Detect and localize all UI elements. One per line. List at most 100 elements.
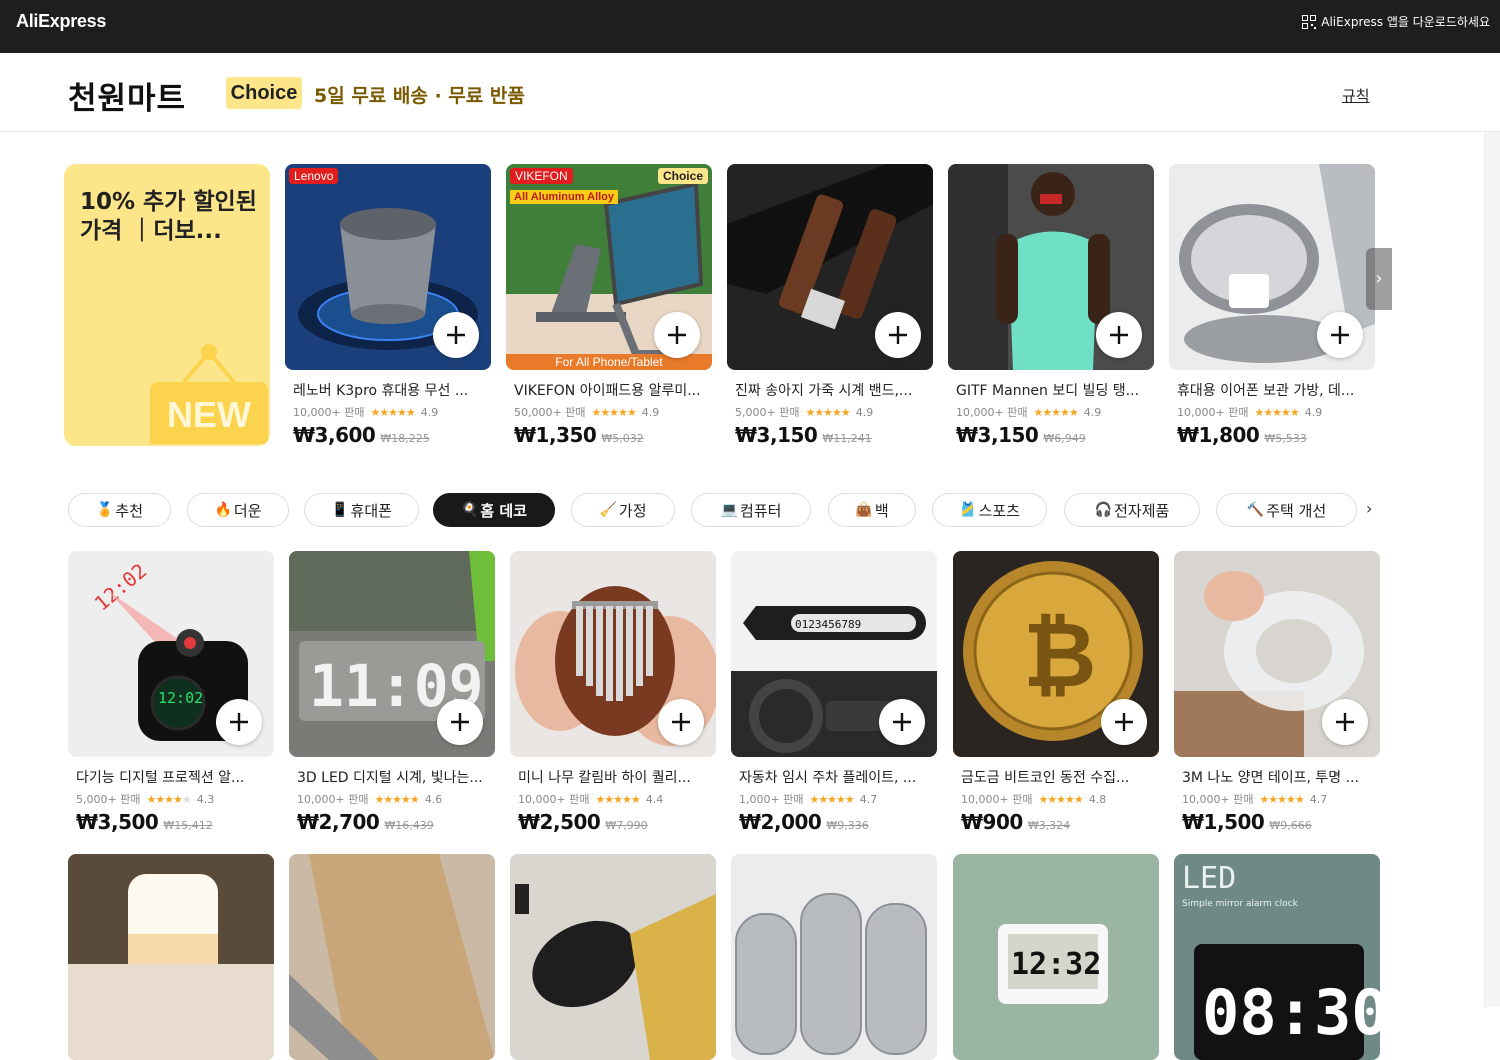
- tab-label: 더운: [233, 501, 262, 520]
- product-title[interactable]: 금도금 비트코인 동전 수집...: [953, 767, 1159, 787]
- product-image: [731, 854, 937, 1060]
- add-to-cart-button[interactable]: [437, 699, 483, 745]
- page-scrollbar[interactable]: [1484, 132, 1500, 1007]
- headphones-icon: 🎧: [1094, 502, 1113, 518]
- carousel-next-button[interactable]: ›: [1366, 248, 1392, 310]
- add-to-cart-button[interactable]: [658, 699, 704, 745]
- featured-product-card[interactable]: VIKEFON Choice All Aluminum Alloy For Al…: [506, 164, 712, 447]
- product-meta: 1,000+ 판매 ★★★★★ 4.7: [731, 791, 937, 807]
- tab-label: 주택 개선: [1266, 501, 1327, 520]
- svg-text:Simple mirror alarm clock: Simple mirror alarm clock: [1182, 899, 1299, 909]
- lcd-clock-image: 12:32: [953, 854, 1159, 1060]
- door-seal-image: [289, 854, 495, 1060]
- product-image: 0123456789: [731, 551, 937, 757]
- tab-electronics[interactable]: 🎧 전자제품: [1064, 493, 1200, 527]
- product-meta: 10,000+ 판매 ★★★★★ 4.8: [953, 791, 1159, 807]
- rules-link[interactable]: 규칙: [1342, 85, 1370, 106]
- tab-label: 가정: [618, 501, 647, 520]
- aliexpress-logo[interactable]: AliExpress: [16, 11, 106, 32]
- product-card[interactable]: LED Simple mirror alarm clock 08:30: [1174, 854, 1380, 1060]
- plus-icon: [672, 713, 690, 731]
- product-meta: 10,000+ 판매 ★★★★★ 4.9: [948, 404, 1154, 420]
- product-title[interactable]: 휴대용 이어폰 보관 가방, 데...: [1169, 380, 1375, 400]
- tab-household[interactable]: 🧹 가정: [571, 493, 675, 527]
- sold-count: 5,000+ 판매: [76, 793, 141, 806]
- app-download-link[interactable]: AliExpress 앱을 다운로드하세요: [1302, 13, 1490, 30]
- tab-hot[interactable]: 🔥 더운: [187, 493, 289, 527]
- product-title[interactable]: 진짜 송아지 가죽 시계 밴드,...: [727, 380, 933, 400]
- product-card[interactable]: ₿ 금도금 비트코인 동전 수집... 10,000+ 판매 ★★★★★ 4.8…: [953, 551, 1159, 834]
- tab-computer[interactable]: 💻 컴퓨터: [691, 493, 811, 527]
- rating-stars: ★★★★★: [370, 405, 415, 419]
- qr-code-icon: [1302, 14, 1317, 29]
- add-to-cart-button[interactable]: [1101, 699, 1147, 745]
- top-bar: AliExpress AliExpress 앱을 다운로드하세요: [0, 0, 1500, 53]
- sale-price: ₩1,800: [1177, 423, 1260, 447]
- featured-product-card[interactable]: 진짜 송아지 가죽 시계 밴드,... 5,000+ 판매 ★★★★★ 4.9 …: [727, 164, 933, 447]
- app-download-text: AliExpress 앱을 다운로드하세요: [1321, 15, 1490, 29]
- rating-value: 4.6: [424, 792, 443, 806]
- add-to-cart-button[interactable]: [879, 699, 925, 745]
- product-title[interactable]: 3D LED 디지털 시계, 빛나는...: [289, 767, 495, 787]
- product-image: 12:02 12:02: [68, 551, 274, 757]
- product-card[interactable]: 12:32: [953, 854, 1159, 1060]
- add-to-cart-button[interactable]: [1322, 699, 1368, 745]
- product-card[interactable]: 12:02 12:02 다기능 디지털 프로젝션 알... 5,000+ 판매 …: [68, 551, 274, 834]
- jewelry-tray-image: [510, 854, 716, 1060]
- product-card[interactable]: [289, 854, 495, 1060]
- sold-count: 10,000+ 판매: [1177, 406, 1249, 419]
- featured-product-card[interactable]: GITF Mannen 보디 빌딩 탱... 10,000+ 판매 ★★★★★ …: [948, 164, 1154, 447]
- add-to-cart-button[interactable]: [875, 312, 921, 358]
- add-to-cart-button[interactable]: [433, 312, 479, 358]
- product-card[interactable]: 미니 나무 칼림바 하이 퀄리... 10,000+ 판매 ★★★★★ 4.4 …: [510, 551, 716, 834]
- tab-label: 홈 데코: [480, 501, 528, 520]
- add-to-cart-button[interactable]: [654, 312, 700, 358]
- product-card[interactable]: 0123456789 자동차 임시 주차 플레이트, ... 1,000+ 판매…: [731, 551, 937, 834]
- product-title[interactable]: 다기능 디지털 프로젝션 알...: [68, 767, 274, 787]
- product-meta: 5,000+ 판매 ★★★★★ 4.3: [68, 791, 274, 807]
- add-to-cart-button[interactable]: [1096, 312, 1142, 358]
- product-card[interactable]: [510, 854, 716, 1060]
- sold-count: 10,000+ 판매: [293, 406, 365, 419]
- tabs-next-button[interactable]: ›: [1366, 499, 1372, 518]
- product-image: Lenovo: [285, 164, 491, 370]
- tab-label: 전자제품: [1114, 501, 1170, 520]
- tab-sports[interactable]: 🎽 스포츠: [932, 493, 1047, 527]
- product-image: LED Simple mirror alarm clock 08:30: [1174, 854, 1380, 1060]
- plus-icon: [447, 326, 465, 344]
- tab-home-deco[interactable]: 🍳 홈 데코: [433, 493, 555, 527]
- add-to-cart-button[interactable]: [216, 699, 262, 745]
- product-title[interactable]: 미니 나무 칼림바 하이 퀄리...: [510, 767, 716, 787]
- product-title[interactable]: 레노버 K3pro 휴대용 무선 ...: [285, 380, 491, 400]
- product-title[interactable]: 자동차 임시 주차 플레이트, ...: [731, 767, 937, 787]
- rating-value: 4.7: [1309, 792, 1328, 806]
- product-card[interactable]: 3M 나노 양면 테이프, 투명 ... 10,000+ 판매 ★★★★★ 4.…: [1174, 551, 1380, 834]
- original-price: ₩5,032: [601, 432, 644, 445]
- original-price: ₩6,949: [1043, 432, 1086, 445]
- plus-icon: [668, 326, 686, 344]
- new-tag: NEW: [150, 382, 268, 444]
- promo-card[interactable]: 10% 추가 할인된 가격 ｜더보... NEW: [64, 164, 270, 446]
- plus-icon: [893, 713, 911, 731]
- tab-phones[interactable]: 📱 휴대폰: [304, 493, 419, 527]
- featured-product-card[interactable]: Lenovo 레노버 K3pro 휴대용 무선 ... 10,000+ 판매 ★…: [285, 164, 491, 447]
- tab-bags[interactable]: 👜 백: [828, 493, 916, 527]
- sale-price: ₩2,000: [739, 810, 822, 834]
- jersey-icon: 🎽: [959, 502, 977, 518]
- brand-tag: Lenovo: [289, 168, 339, 184]
- featured-product-card[interactable]: 휴대용 이어폰 보관 가방, 데... 10,000+ 판매 ★★★★★ 4.9…: [1169, 164, 1375, 447]
- product-title[interactable]: GITF Mannen 보디 빌딩 탱...: [948, 380, 1154, 400]
- add-to-cart-button[interactable]: [1317, 312, 1363, 358]
- product-card[interactable]: 11:09 3D LED 디지털 시계, 빛나는... 10,000+ 판매 ★…: [289, 551, 495, 834]
- sale-price: ₩900: [961, 810, 1023, 834]
- product-meta: 10,000+ 판매 ★★★★★ 4.4: [510, 791, 716, 807]
- product-card[interactable]: [68, 854, 274, 1060]
- product-title[interactable]: 3M 나노 양면 테이프, 투명 ...: [1174, 767, 1380, 787]
- tab-home-improvement[interactable]: 🔨 주택 개선: [1216, 493, 1357, 527]
- product-card[interactable]: [731, 854, 937, 1060]
- product-meta: 10,000+ 판매 ★★★★★ 4.6: [289, 791, 495, 807]
- rating-stars: ★★★★★: [374, 792, 419, 806]
- product-title[interactable]: VIKEFON 아이패드용 알루미...: [506, 380, 712, 400]
- sold-count: 10,000+ 판매: [1182, 793, 1254, 806]
- tab-recommended[interactable]: 🏅 추천: [68, 493, 171, 527]
